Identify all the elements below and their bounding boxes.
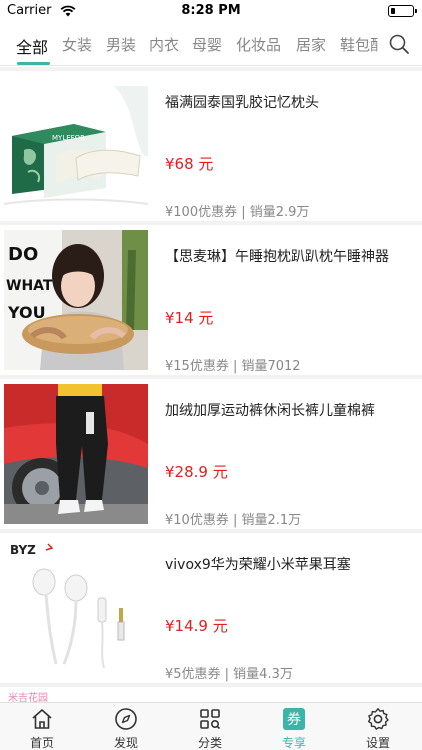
nav-home[interactable]: 首页	[0, 703, 84, 750]
product-list[interactable]: MYLEFOR 福满园泰国乳胶记忆枕头 ¥68 元 ¥100优惠券 | 销量2.…	[0, 67, 422, 702]
home-icon	[32, 709, 52, 729]
tab-underwear[interactable]: 内衣	[149, 34, 179, 55]
product-coupon-sales: ¥5优惠券 | 销量4.3万	[165, 667, 293, 682]
nav-category-label: 分类	[197, 736, 222, 750]
svg-text:YOU: YOU	[7, 303, 46, 322]
compass-icon	[115, 708, 137, 730]
nav-discover-label: 发现	[113, 736, 138, 750]
tab-home[interactable]: 居家	[296, 34, 326, 55]
product-price: ¥14.9 元	[165, 617, 228, 635]
product-title[interactable]: vivox9华为荣耀小米苹果耳塞	[165, 555, 410, 575]
product-card[interactable]: MYLEFOR 福满园泰国乳胶记忆枕头 ¥68 元 ¥100优惠券 | 销量2.…	[0, 71, 422, 221]
product-coupon-sales: ¥100优惠券 | 销量2.9万	[165, 205, 310, 220]
product-price: ¥28.9 元	[165, 463, 228, 481]
pillow-brand-text: MYLEFOR	[52, 134, 85, 142]
nav-exclusive-label: 专享	[281, 736, 306, 750]
product-card[interactable]: 加绒加厚运动裤休闲长裤儿童棉裤 ¥28.9 元 ¥10优惠券 | 销量2.1万	[0, 379, 422, 529]
earphone-brand-text: BYZ	[10, 543, 36, 557]
product-card[interactable]: BYZ vivox9华为荣耀小米苹果耳塞 ¥14.9 元 ¥5优惠券 | 销量4…	[0, 533, 422, 683]
clock: 8:28 PM	[181, 3, 241, 18]
product-title[interactable]: 福满园泰国乳胶记忆枕头	[165, 93, 410, 113]
tab-all[interactable]: 全部	[16, 34, 48, 58]
partial-card-text: 米吉花园	[8, 693, 48, 702]
product-title[interactable]: 加绒加厚运动裤休闲长裤儿童棉裤	[165, 401, 410, 421]
settings-icon	[368, 708, 389, 730]
nav-settings[interactable]: 设置	[336, 703, 420, 750]
nav-home-label: 首页	[29, 736, 54, 750]
product-title[interactable]: 【思麦琳】午睡抱枕趴趴枕午睡神器	[165, 247, 410, 267]
svg-text:DO: DO	[8, 244, 38, 265]
product-price: ¥14 元	[165, 309, 214, 327]
product-image-pillow: MYLEFOR	[4, 76, 148, 216]
tab-shoes-bags[interactable]: 鞋包配	[340, 34, 378, 55]
category-tab-list: 全部 女装 男装 内衣 母婴 化妆品 居家 鞋包配	[0, 22, 378, 66]
tab-womens[interactable]: 女装	[62, 34, 92, 55]
category-icon	[200, 709, 221, 730]
category-tabs: 全部 女装 男装 内衣 母婴 化妆品 居家 鞋包配	[0, 22, 422, 66]
product-image-earphones: BYZ	[4, 538, 148, 678]
search-icon[interactable]	[388, 33, 410, 55]
coupon-icon: 券	[283, 708, 305, 730]
product-image-nap-pillow: DO WHAT YOU	[4, 230, 148, 370]
product-price: ¥68 元	[165, 155, 214, 173]
svg-text:WHAT: WHAT	[6, 278, 53, 294]
nav-settings-label: 设置	[365, 736, 390, 750]
active-tab-indicator	[17, 62, 50, 65]
nav-discover[interactable]: 发现	[84, 703, 168, 750]
product-coupon-sales: ¥15优惠券 | 销量7012	[165, 359, 301, 374]
product-card-partial[interactable]: 米吉花园	[0, 687, 422, 702]
tab-baby[interactable]: 母婴	[192, 34, 222, 55]
bottom-tab-bar: 首页 发现 分类 券 专享 设置	[0, 702, 422, 750]
nav-exclusive[interactable]: 券 专享	[252, 703, 336, 750]
nav-category[interactable]: 分类	[168, 703, 252, 750]
battery-icon	[388, 5, 417, 17]
product-card[interactable]: DO WHAT YOU 【思麦琳】午睡抱枕趴趴枕午睡神器 ¥14 元 ¥15优惠…	[0, 225, 422, 375]
product-coupon-sales: ¥10优惠券 | 销量2.1万	[165, 513, 302, 528]
tab-cosmetics[interactable]: 化妆品	[236, 34, 281, 55]
svg-text:券: 券	[287, 712, 301, 728]
product-image-kids-pants	[4, 384, 148, 524]
tab-mens[interactable]: 男装	[106, 34, 136, 55]
status-bar: Carrier 8:28 PM	[0, 0, 422, 22]
